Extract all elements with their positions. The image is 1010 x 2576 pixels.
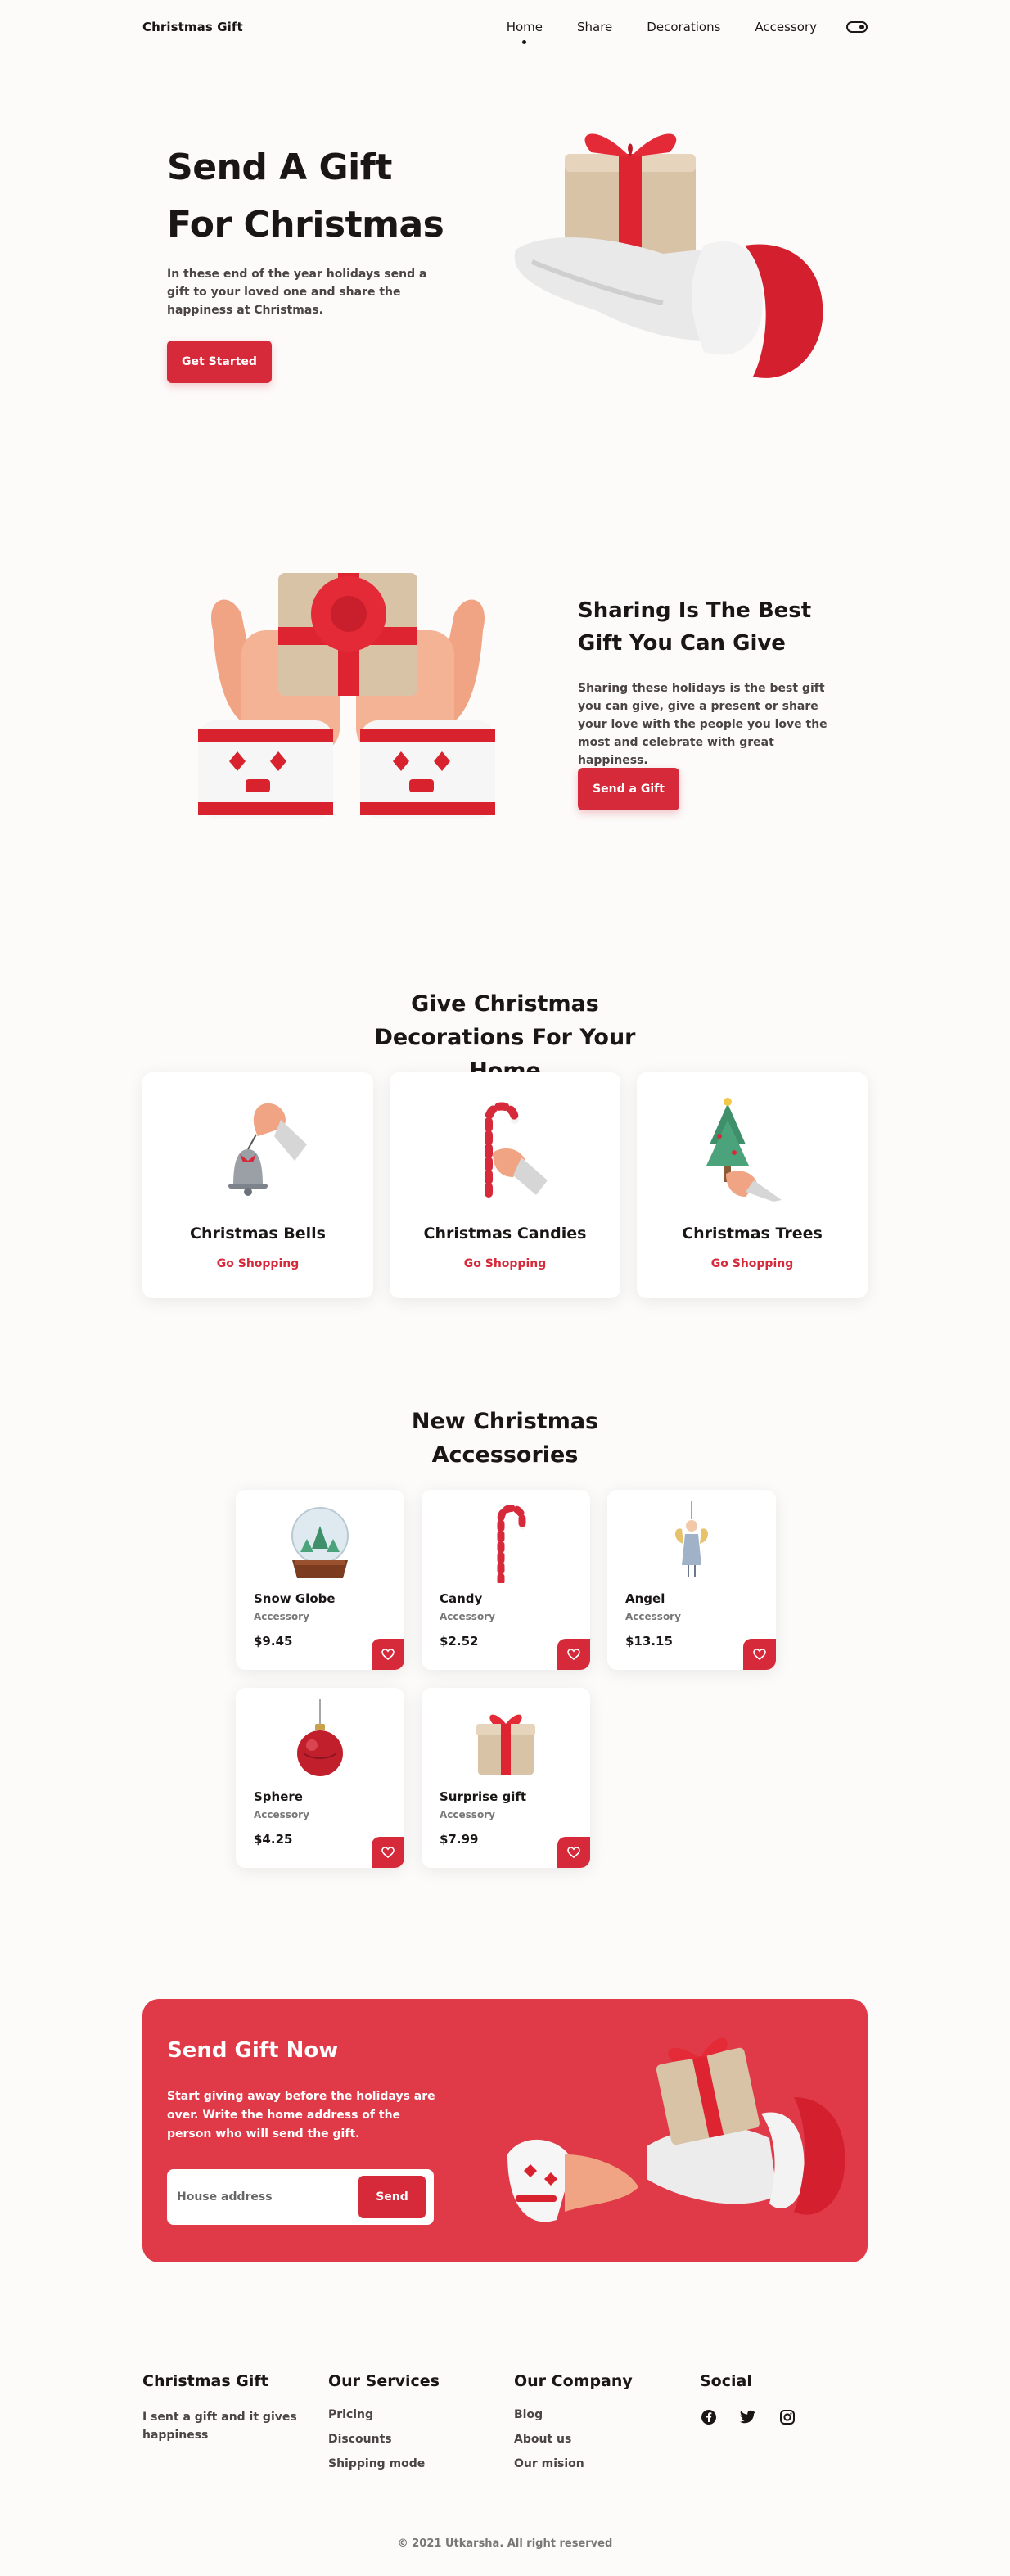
copyright: © 2021 Utkarsha. All right reserved <box>397 2538 613 2550</box>
accessory-card-surprise-gift: Surprise gift Accessory $7.99 <box>422 1688 590 1868</box>
facebook-icon[interactable] <box>700 2408 718 2426</box>
footer-social-title: Social <box>700 2372 752 2390</box>
decoration-name: Christmas Trees <box>682 1225 823 1243</box>
accessory-price: $2.52 <box>440 1634 479 1649</box>
accessory-price: $9.45 <box>254 1634 293 1649</box>
go-shopping-link[interactable]: Go Shopping <box>637 1257 868 1270</box>
social-links <box>700 2408 796 2426</box>
accessory-price: $7.99 <box>440 1832 479 1847</box>
accessory-card-candy: Candy Accessory $2.52 <box>422 1490 590 1670</box>
gift-box-icon <box>278 573 417 696</box>
decoration-name: Christmas Candies <box>423 1225 587 1243</box>
send-button[interactable]: Send <box>358 2176 426 2218</box>
nav-share[interactable]: Share <box>577 20 612 34</box>
decoration-card-candies: Christmas Candies Go Shopping <box>390 1072 620 1298</box>
accessory-card-angel: Angel Accessory $13.15 <box>607 1490 776 1670</box>
hands-holding-gift-image <box>198 573 495 819</box>
favorite-button[interactable] <box>372 1639 404 1670</box>
gloved-hand-gift-image <box>514 133 823 378</box>
heart-icon <box>381 1847 395 1858</box>
footer-link-blog[interactable]: Blog <box>514 2408 633 2421</box>
accessory-name: Candy <box>440 1591 483 1606</box>
accessory-type: Accessory <box>254 1809 309 1820</box>
footer-link-mission[interactable]: Our mision <box>514 2457 633 2470</box>
hands-exchanging-gift-image <box>507 2037 845 2222</box>
accessory-price: $13.15 <box>625 1634 673 1649</box>
house-address-input[interactable] <box>172 2174 352 2220</box>
hero-title: Send A Gift For Christmas <box>167 147 444 246</box>
share-description: Sharing these holidays is the best gift … <box>578 682 827 767</box>
send-gift-banner: Send Gift Now Start giving away before t… <box>142 1999 868 2262</box>
accessory-price: $4.25 <box>254 1832 293 1847</box>
nav-accessory[interactable]: Accessory <box>755 20 817 34</box>
favorite-button[interactable] <box>557 1639 590 1670</box>
footer-link-about[interactable]: About us <box>514 2433 633 2446</box>
accessory-name: Sphere <box>254 1789 303 1804</box>
favorite-button[interactable] <box>743 1639 776 1670</box>
go-shopping-link[interactable]: Go Shopping <box>142 1257 373 1270</box>
angel-icon <box>675 1501 708 1577</box>
footer-brand-title[interactable]: Christmas Gift <box>142 2372 298 2390</box>
candy-cane-icon <box>485 1102 548 1198</box>
candy-cane-icon <box>497 1505 526 1583</box>
get-started-button[interactable]: Get Started <box>167 341 272 383</box>
share-title: Sharing Is The Best Gift You Can Give <box>578 598 812 656</box>
heart-icon <box>567 1847 580 1858</box>
footer-link-discounts[interactable]: Discounts <box>328 2433 440 2446</box>
footer-brand: Christmas Gift I sent a gift and it give… <box>142 2372 298 2444</box>
footer-services: Our Services Pricing Discounts Shipping … <box>328 2372 440 2482</box>
favorite-button[interactable] <box>372 1837 404 1868</box>
accessory-type: Accessory <box>254 1611 309 1622</box>
footer-link-pricing[interactable]: Pricing <box>328 2408 440 2421</box>
accessories-title: New Christmas Accessories <box>411 1409 599 1468</box>
site-logo[interactable]: Christmas Gift <box>142 20 243 34</box>
address-form: Send <box>167 2169 434 2225</box>
decoration-card-trees: Christmas Trees Go Shopping <box>637 1072 868 1298</box>
decoration-card-bells: Christmas Bells Go Shopping <box>142 1072 373 1298</box>
accessory-type: Accessory <box>625 1611 681 1622</box>
bell-icon <box>228 1103 307 1196</box>
heart-icon <box>753 1649 766 1660</box>
accessory-name: Angel <box>625 1591 665 1606</box>
favorite-button[interactable] <box>557 1837 590 1868</box>
send-a-gift-button[interactable]: Send a Gift <box>578 768 679 810</box>
banner-title: Send Gift Now <box>167 2038 339 2063</box>
accessory-type: Accessory <box>440 1809 495 1820</box>
nav-home[interactable]: Home <box>507 20 543 44</box>
accessory-type: Accessory <box>440 1611 495 1622</box>
instagram-icon[interactable] <box>778 2408 796 2426</box>
footer-social: Social <box>700 2372 796 2426</box>
gift-box-icon <box>656 2037 760 2145</box>
accessory-name: Surprise gift <box>440 1789 527 1804</box>
footer-link-shipping[interactable]: Shipping mode <box>328 2457 440 2470</box>
site-header: Christmas Gift Home Share Decorations Ac… <box>142 15 868 44</box>
footer-company-title: Our Company <box>514 2372 633 2390</box>
accessory-card-snow-globe: Snow Globe Accessory $9.45 <box>236 1490 404 1670</box>
accessory-card-sphere: Sphere Accessory $4.25 <box>236 1688 404 1868</box>
footer-brand-text: I sent a gift and it gives happiness <box>142 2411 297 2442</box>
theme-toggle-icon[interactable] <box>846 21 868 33</box>
accessory-name: Snow Globe <box>254 1591 336 1606</box>
gift-box-icon <box>476 1714 535 1775</box>
banner-description: Start giving away before the holidays ar… <box>167 2090 435 2141</box>
go-shopping-link[interactable]: Go Shopping <box>390 1257 620 1270</box>
tree-icon <box>706 1098 782 1202</box>
heart-icon <box>567 1649 580 1660</box>
hero-description: In these end of the year holidays send a… <box>167 268 427 317</box>
footer-company: Our Company Blog About us Our mision <box>514 2372 633 2482</box>
snow-globe-icon <box>291 1507 349 1578</box>
footer-services-title: Our Services <box>328 2372 440 2390</box>
decoration-name: Christmas Bells <box>190 1225 326 1243</box>
ornament-icon <box>297 1699 343 1776</box>
twitter-icon[interactable] <box>739 2408 757 2426</box>
nav-decorations[interactable]: Decorations <box>647 20 720 34</box>
heart-icon <box>381 1649 395 1660</box>
main-nav: Home Share Decorations Accessory <box>507 20 868 44</box>
